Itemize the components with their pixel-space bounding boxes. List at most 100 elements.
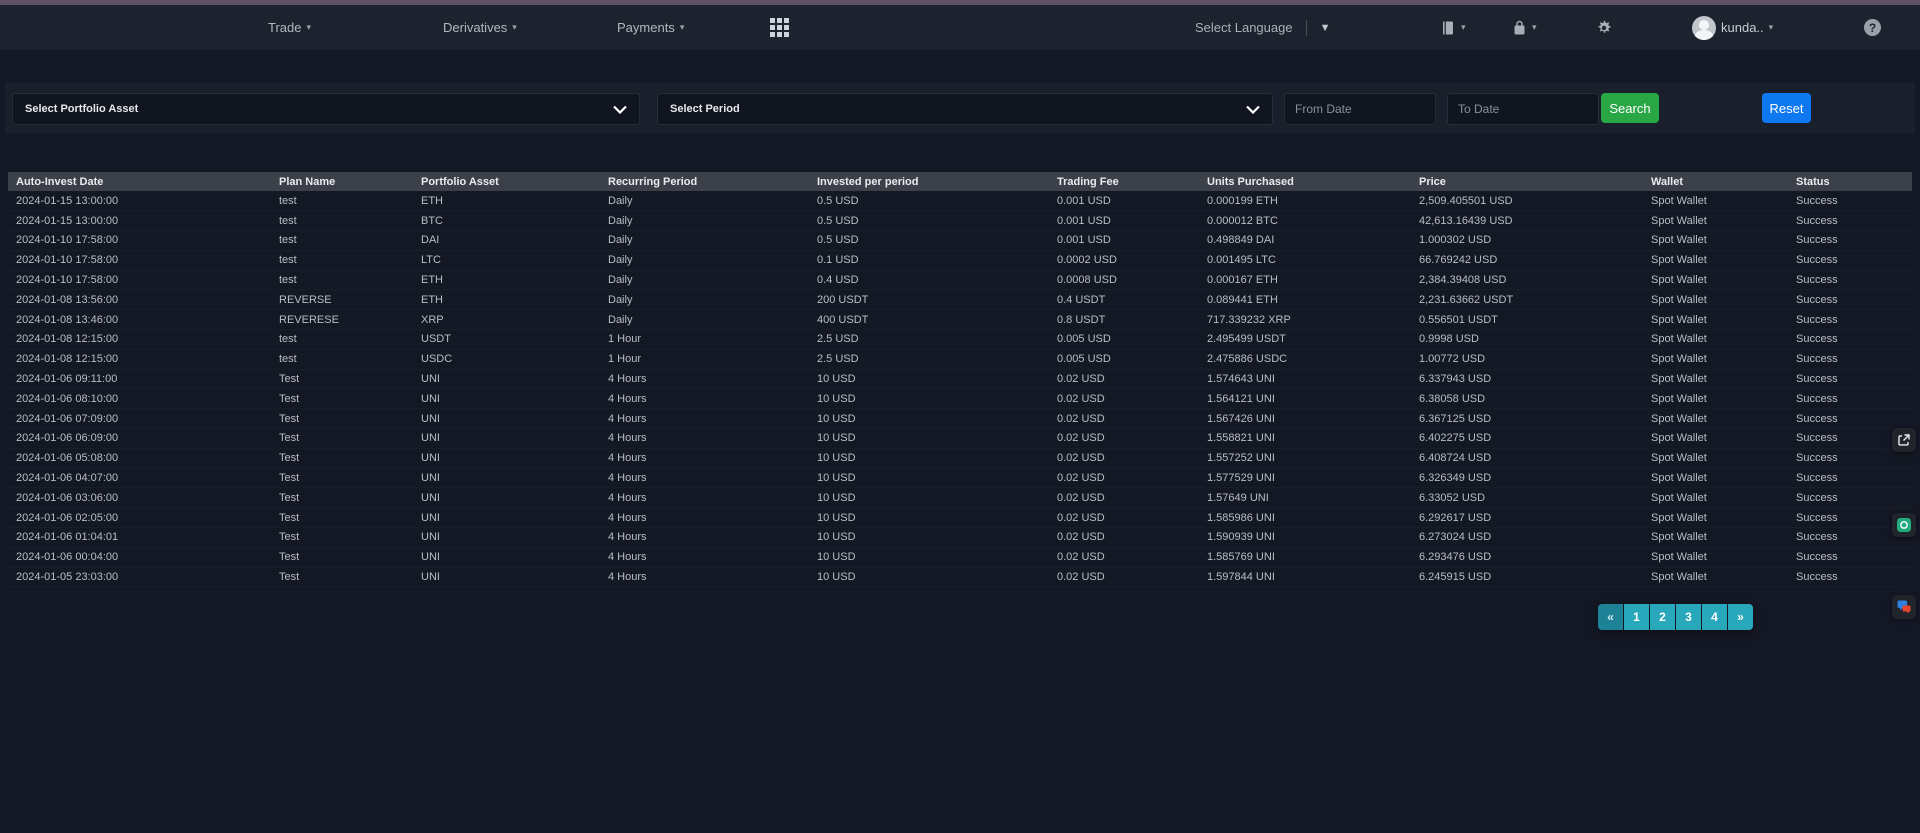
cell: Test (271, 528, 413, 548)
cell: Daily (600, 250, 809, 270)
cell: UNI (413, 429, 600, 449)
cell: 2024-01-15 13:00:00 (8, 191, 271, 211)
column-header: Wallet (1643, 172, 1788, 191)
divider (1306, 20, 1307, 36)
search-button[interactable]: Search (1601, 93, 1659, 123)
cell: Spot Wallet (1643, 547, 1788, 567)
settings-button[interactable] (1596, 5, 1612, 50)
column-header: Portfolio Asset (413, 172, 600, 191)
cell: 6.33052 USD (1411, 488, 1643, 508)
cell: 2,384.39408 USD (1411, 270, 1643, 290)
table-row: 2024-01-08 12:15:00testUSDT1 Hour2.5 USD… (8, 330, 1912, 350)
help-button[interactable]: ? (1864, 5, 1881, 50)
table-row: 2024-01-06 00:04:00TestUNI4 Hours10 USD0… (8, 547, 1912, 567)
cell: Success (1788, 231, 1912, 251)
cell: test (271, 250, 413, 270)
cell: Test (271, 468, 413, 488)
help-icon: ? (1864, 19, 1881, 36)
livechat-icon (1896, 599, 1912, 615)
to-date-input[interactable] (1458, 102, 1588, 116)
pagination-page-1[interactable]: 1 (1624, 604, 1649, 630)
cell: 1 Hour (600, 349, 809, 369)
cell: Spot Wallet (1643, 349, 1788, 369)
cell: Test (271, 429, 413, 449)
cell: 0.02 USD (1049, 567, 1199, 587)
cell: 0.5 USD (809, 231, 1049, 251)
cell: REVERESE (271, 310, 413, 330)
cell: 0.000199 ETH (1199, 191, 1411, 211)
pagination-page-2[interactable]: 2 (1650, 604, 1675, 630)
table-row: 2024-01-06 02:05:00TestUNI4 Hours10 USD0… (8, 508, 1912, 528)
column-header: Auto-Invest Date (8, 172, 271, 191)
pagination-page-4[interactable]: 4 (1702, 604, 1727, 630)
cell: 2024-01-08 13:46:00 (8, 310, 271, 330)
cell: 4 Hours (600, 468, 809, 488)
pagination-prev-button[interactable]: « (1598, 604, 1623, 630)
cell: UNI (413, 488, 600, 508)
table-header-row: Auto-Invest DatePlan NamePortfolio Asset… (8, 172, 1912, 191)
portfolio-asset-select[interactable]: Select Portfolio Asset (12, 93, 640, 125)
cell: 4 Hours (600, 508, 809, 528)
table-row: 2024-01-10 17:58:00testLTCDaily0.1 USD0.… (8, 250, 1912, 270)
cell: 1.57649 UNI (1199, 488, 1411, 508)
cell: Success (1788, 448, 1912, 468)
cell: Success (1788, 349, 1912, 369)
column-header: Plan Name (271, 172, 413, 191)
cell: 2024-01-06 02:05:00 (8, 508, 271, 528)
cell: 10 USD (809, 488, 1049, 508)
period-select-value: Select Period (670, 103, 740, 115)
pagination-next-button[interactable]: » (1728, 604, 1753, 630)
cell: 2024-01-06 04:07:00 (8, 468, 271, 488)
cell: UNI (413, 528, 600, 548)
cell: 1.557252 UNI (1199, 448, 1411, 468)
cell: 2.5 USD (809, 349, 1049, 369)
user-menu[interactable]: kunda.. ▾ (1692, 5, 1773, 50)
cell: REVERSE (271, 290, 413, 310)
cell: 400 USDT (809, 310, 1049, 330)
cell: Spot Wallet (1643, 567, 1788, 587)
cell: 10 USD (809, 528, 1049, 548)
cell: 6.367125 USD (1411, 409, 1643, 429)
nav-item-payments[interactable]: Payments ▾ (617, 5, 684, 50)
cell: Spot Wallet (1643, 468, 1788, 488)
orders-menu[interactable]: ▾ (1440, 5, 1466, 50)
cell: 0.0002 USD (1049, 250, 1199, 270)
language-selector[interactable]: Select Language ▼ (1195, 5, 1330, 50)
from-date-input[interactable] (1295, 102, 1425, 116)
assets-menu[interactable]: ▾ (1512, 5, 1537, 50)
livechat-widget-button[interactable] (1892, 595, 1916, 619)
cell: 4 Hours (600, 369, 809, 389)
cell: 1.590939 UNI (1199, 528, 1411, 548)
cell: Success (1788, 330, 1912, 350)
cell: 1 Hour (600, 330, 809, 350)
cell: Success (1788, 310, 1912, 330)
chevron-down-icon: ▾ (512, 22, 517, 33)
apps-grid-icon[interactable] (770, 5, 789, 50)
cell: Daily (600, 310, 809, 330)
cell: Daily (600, 270, 809, 290)
period-select[interactable]: Select Period (657, 93, 1273, 125)
support-widget-button[interactable] (1892, 513, 1916, 537)
nav-item-trade[interactable]: Trade ▾ (268, 5, 311, 50)
cell: USDC (413, 349, 600, 369)
reset-button[interactable]: Reset (1762, 93, 1811, 123)
cell: 10 USD (809, 409, 1049, 429)
cell: 2024-01-06 03:06:00 (8, 488, 271, 508)
bag-icon (1512, 20, 1527, 36)
cell: Daily (600, 191, 809, 211)
cell: 10 USD (809, 547, 1049, 567)
cell: 1.567426 UNI (1199, 409, 1411, 429)
cell: 2024-01-06 07:09:00 (8, 409, 271, 429)
pagination-page-3[interactable]: 3 (1676, 604, 1701, 630)
cell: Spot Wallet (1643, 488, 1788, 508)
cell: UNI (413, 567, 600, 587)
share-widget-button[interactable] (1892, 428, 1916, 452)
cell: Spot Wallet (1643, 250, 1788, 270)
table-row: 2024-01-06 07:09:00TestUNI4 Hours10 USD0… (8, 409, 1912, 429)
portfolio-asset-select-value: Select Portfolio Asset (25, 103, 138, 115)
cell: LTC (413, 250, 600, 270)
cell: 6.245915 USD (1411, 567, 1643, 587)
column-header: Price (1411, 172, 1643, 191)
cell: 0.02 USD (1049, 547, 1199, 567)
nav-item-derivatives[interactable]: Derivatives ▾ (443, 5, 517, 50)
